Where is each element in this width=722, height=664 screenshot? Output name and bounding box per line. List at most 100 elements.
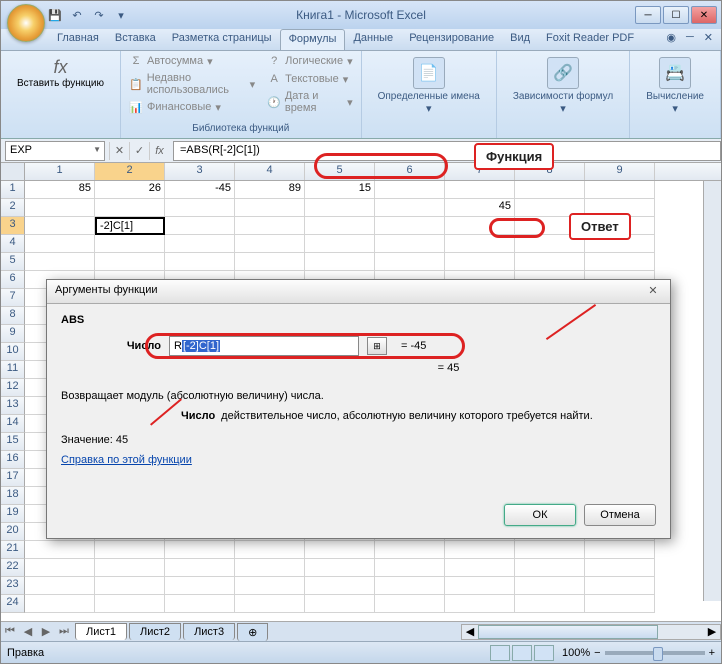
tab-home[interactable]: Главная — [49, 29, 107, 50]
col-header[interactable]: 4 — [235, 163, 305, 180]
cell[interactable]: 85 — [25, 181, 95, 199]
ok-button[interactable]: ОК — [504, 504, 576, 526]
enter-formula-icon[interactable]: ✓ — [129, 142, 149, 160]
cell[interactable] — [515, 541, 585, 559]
cell[interactable]: 89 — [235, 181, 305, 199]
row-header[interactable]: 16 — [1, 451, 25, 469]
cell[interactable] — [235, 199, 305, 217]
cell[interactable] — [515, 253, 585, 271]
tab-data[interactable]: Данные — [345, 29, 401, 50]
dialog-close-icon[interactable]: ✕ — [644, 284, 662, 299]
row-header[interactable]: 7 — [1, 289, 25, 307]
row-header[interactable]: 14 — [1, 415, 25, 433]
tab-review[interactable]: Рецензирование — [401, 29, 502, 50]
cell[interactable] — [95, 595, 165, 613]
save-icon[interactable]: 💾 — [45, 5, 65, 25]
tab-formulas[interactable]: Формулы — [280, 29, 346, 50]
cell[interactable] — [305, 577, 375, 595]
sheet-tab[interactable]: Лист3 — [183, 623, 235, 640]
cell[interactable] — [305, 235, 375, 253]
insert-function-button[interactable]: fx Вставить функцию — [11, 53, 110, 93]
vertical-scrollbar[interactable] — [703, 181, 721, 601]
cell[interactable] — [25, 199, 95, 217]
cell[interactable] — [95, 541, 165, 559]
cell[interactable] — [585, 541, 655, 559]
view-layout-icon[interactable] — [512, 645, 532, 661]
row-header[interactable]: 20 — [1, 523, 25, 541]
cell[interactable] — [95, 559, 165, 577]
doc-close-icon[interactable]: ✕ — [700, 29, 717, 50]
cancel-formula-icon[interactable]: ✕ — [109, 142, 129, 160]
defined-names-button[interactable]: 📄 Определенные имена ▾ — [368, 53, 490, 119]
cell[interactable] — [305, 559, 375, 577]
cell[interactable] — [445, 559, 515, 577]
cell[interactable] — [515, 577, 585, 595]
row-header[interactable]: 23 — [1, 577, 25, 595]
cell[interactable] — [585, 559, 655, 577]
cell[interactable] — [375, 217, 445, 235]
cell[interactable] — [305, 199, 375, 217]
cell[interactable] — [305, 253, 375, 271]
cell[interactable] — [305, 541, 375, 559]
cell[interactable] — [585, 577, 655, 595]
sheet-nav-next-icon[interactable]: ▶ — [37, 625, 55, 638]
help-icon[interactable]: ◉ — [662, 29, 680, 50]
row-header[interactable]: 9 — [1, 325, 25, 343]
cell[interactable] — [305, 595, 375, 613]
financial-button[interactable]: 📊Финансовые ▾ — [127, 99, 257, 115]
cell[interactable] — [305, 217, 375, 235]
cell[interactable] — [445, 595, 515, 613]
row-header[interactable]: 17 — [1, 469, 25, 487]
row-header[interactable]: 18 — [1, 487, 25, 505]
cell[interactable] — [515, 559, 585, 577]
cell[interactable] — [25, 235, 95, 253]
cell[interactable]: 45 — [445, 199, 515, 217]
row-header[interactable]: 8 — [1, 307, 25, 325]
cell[interactable] — [375, 199, 445, 217]
cell[interactable] — [375, 559, 445, 577]
autosum-button[interactable]: ΣАвтосумма ▾ — [127, 53, 257, 69]
cell[interactable] — [375, 577, 445, 595]
calculation-button[interactable]: 📇 Вычисление ▾ — [636, 53, 714, 119]
cell[interactable] — [235, 217, 305, 235]
cell[interactable] — [165, 559, 235, 577]
cell[interactable] — [235, 595, 305, 613]
cancel-button[interactable]: Отмена — [584, 504, 656, 526]
cell[interactable] — [235, 541, 305, 559]
cell[interactable] — [375, 541, 445, 559]
cell[interactable] — [95, 577, 165, 595]
cell[interactable] — [375, 235, 445, 253]
cell[interactable]: 15 — [305, 181, 375, 199]
row-header[interactable]: 6 — [1, 271, 25, 289]
cell[interactable] — [165, 217, 235, 235]
text-button[interactable]: AТекстовые ▾ — [265, 71, 354, 87]
sheet-nav-last-icon[interactable]: ⏭ — [55, 625, 73, 638]
cell[interactable]: -45 — [165, 181, 235, 199]
sheet-tab[interactable]: Лист2 — [129, 623, 181, 640]
cell[interactable] — [235, 577, 305, 595]
cell[interactable] — [235, 253, 305, 271]
minimize-button[interactable]: ─ — [635, 6, 661, 24]
cell[interactable] — [585, 253, 655, 271]
cell[interactable] — [165, 235, 235, 253]
cell[interactable] — [585, 595, 655, 613]
view-pagebreak-icon[interactable] — [534, 645, 554, 661]
cell[interactable] — [445, 541, 515, 559]
col-header[interactable]: 1 — [25, 163, 95, 180]
row-header[interactable]: 1 — [1, 181, 25, 199]
cell[interactable] — [25, 577, 95, 595]
cell[interactable] — [95, 199, 165, 217]
cell[interactable] — [25, 595, 95, 613]
row-header[interactable]: 10 — [1, 343, 25, 361]
name-box[interactable]: EXP — [5, 141, 105, 161]
row-header[interactable]: 22 — [1, 559, 25, 577]
row-header[interactable]: 15 — [1, 433, 25, 451]
cell[interactable] — [445, 253, 515, 271]
col-header[interactable]: 3 — [165, 163, 235, 180]
row-header[interactable]: 4 — [1, 235, 25, 253]
ribbon-minimize-icon[interactable]: ─ — [682, 29, 698, 50]
row-header[interactable]: 3 — [1, 217, 25, 235]
dialog-titlebar[interactable]: Аргументы функции ✕ — [47, 280, 670, 304]
select-all-corner[interactable] — [1, 163, 25, 180]
active-cell[interactable]: -2]C[1] — [95, 217, 165, 235]
